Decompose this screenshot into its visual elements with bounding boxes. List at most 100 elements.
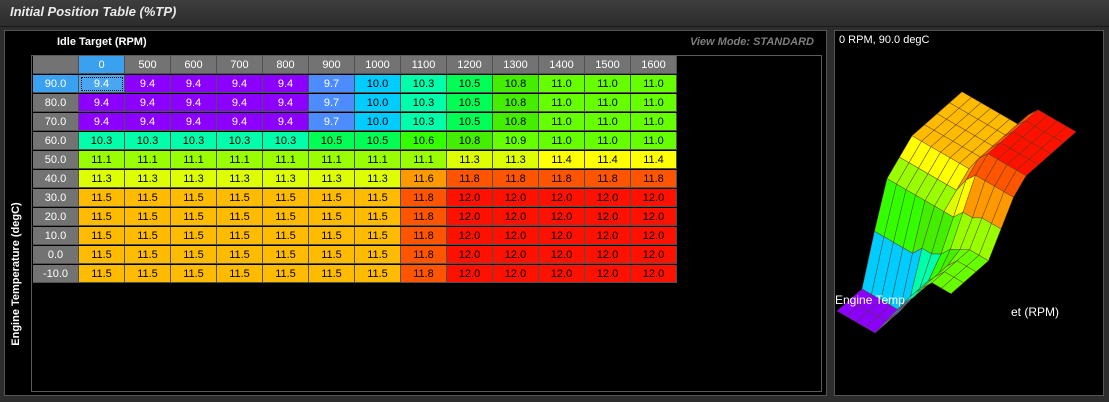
view-mode-label[interactable]: View Mode: STANDARD: [690, 36, 814, 48]
table-cell[interactable]: 11.5: [355, 227, 401, 245]
table-cell[interactable]: 11.5: [263, 189, 309, 207]
table-cell[interactable]: 12.0: [539, 265, 585, 283]
table-cell[interactable]: 10.5: [447, 75, 493, 93]
table-cell[interactable]: 12.0: [493, 227, 539, 245]
table-cell[interactable]: 11.5: [171, 189, 217, 207]
table-cell[interactable]: 11.0: [631, 94, 677, 112]
table-cell[interactable]: 10.8: [493, 94, 539, 112]
column-header[interactable]: 1000: [355, 56, 401, 74]
table-cell[interactable]: 11.8: [401, 246, 447, 264]
table-cell[interactable]: 10.3: [401, 75, 447, 93]
table-cell[interactable]: 11.1: [217, 151, 263, 169]
table-cell[interactable]: 11.8: [585, 170, 631, 188]
table-cell[interactable]: 9.4: [79, 113, 125, 131]
table-cell[interactable]: 11.5: [125, 265, 171, 283]
table-cell[interactable]: 11.3: [309, 170, 355, 188]
table-cell[interactable]: 11.0: [539, 94, 585, 112]
table-cell[interactable]: 9.4: [171, 75, 217, 93]
table-cell[interactable]: 12.0: [631, 227, 677, 245]
table-cell[interactable]: 11.5: [355, 208, 401, 226]
table-cell[interactable]: 11.4: [631, 151, 677, 169]
table-cell[interactable]: 11.5: [217, 227, 263, 245]
table-cell[interactable]: 11.3: [447, 151, 493, 169]
table-cell[interactable]: 11.5: [355, 189, 401, 207]
table-cell[interactable]: 12.0: [539, 227, 585, 245]
table-cell[interactable]: 12.0: [585, 189, 631, 207]
row-header[interactable]: 40.0: [33, 170, 79, 188]
table-cell[interactable]: 11.5: [309, 246, 355, 264]
table-cell[interactable]: 11.5: [125, 189, 171, 207]
table-cell[interactable]: 11.5: [125, 246, 171, 264]
row-header[interactable]: 20.0: [33, 208, 79, 226]
table-cell[interactable]: 11.6: [401, 170, 447, 188]
table-cell[interactable]: 11.3: [493, 151, 539, 169]
table-cell[interactable]: 11.0: [631, 113, 677, 131]
row-header[interactable]: 80.0: [33, 94, 79, 112]
table-cell[interactable]: 12.0: [539, 246, 585, 264]
table-cell[interactable]: 11.3: [217, 170, 263, 188]
table-cell[interactable]: 11.5: [79, 189, 125, 207]
table-cell[interactable]: 11.8: [447, 170, 493, 188]
table-cell[interactable]: 12.0: [585, 246, 631, 264]
table-cell[interactable]: 9.4: [263, 94, 309, 112]
table-cell[interactable]: 12.0: [585, 208, 631, 226]
table-cell[interactable]: 11.5: [263, 265, 309, 283]
column-header[interactable]: 0: [79, 56, 125, 74]
table-cell[interactable]: 9.4: [217, 94, 263, 112]
table-cell[interactable]: 10.5: [355, 132, 401, 150]
table-cell[interactable]: 11.0: [631, 75, 677, 93]
table-cell[interactable]: 12.0: [447, 265, 493, 283]
table-cell[interactable]: 9.7: [309, 113, 355, 131]
row-header[interactable]: 10.0: [33, 227, 79, 245]
table-cell[interactable]: 11.1: [125, 151, 171, 169]
table-cell[interactable]: 9.7: [309, 75, 355, 93]
table-cell[interactable]: 10.5: [309, 132, 355, 150]
table-cell[interactable]: 11.0: [631, 132, 677, 150]
table-cell[interactable]: 11.5: [217, 189, 263, 207]
table-cell[interactable]: 10.8: [493, 113, 539, 131]
column-header[interactable]: 1400: [539, 56, 585, 74]
table-cell[interactable]: 11.5: [171, 208, 217, 226]
table-cell[interactable]: 12.0: [493, 265, 539, 283]
table-cell[interactable]: 11.5: [309, 265, 355, 283]
table-cell[interactable]: 12.0: [539, 189, 585, 207]
table-cell[interactable]: 11.8: [401, 265, 447, 283]
table-cell[interactable]: 9.4: [79, 75, 125, 93]
table-cell[interactable]: 11.4: [585, 151, 631, 169]
table-cell[interactable]: 10.8: [493, 75, 539, 93]
column-header[interactable]: 1200: [447, 56, 493, 74]
table-cell[interactable]: 11.5: [355, 265, 401, 283]
table-cell[interactable]: 11.1: [79, 151, 125, 169]
table-cell[interactable]: 10.8: [447, 132, 493, 150]
table-cell[interactable]: 10.5: [447, 113, 493, 131]
table-cell[interactable]: 10.6: [401, 132, 447, 150]
row-header[interactable]: 90.0: [33, 75, 79, 93]
row-header[interactable]: -10.0: [33, 265, 79, 283]
table-cell[interactable]: 10.9: [493, 132, 539, 150]
table-cell[interactable]: 10.0: [355, 113, 401, 131]
table-cell[interactable]: 11.5: [355, 246, 401, 264]
table-cell[interactable]: 12.0: [539, 208, 585, 226]
table-cell[interactable]: 12.0: [447, 246, 493, 264]
column-header[interactable]: 700: [217, 56, 263, 74]
table-cell[interactable]: 11.5: [217, 208, 263, 226]
column-header[interactable]: 600: [171, 56, 217, 74]
table-cell[interactable]: 11.1: [401, 151, 447, 169]
table-cell[interactable]: 11.8: [631, 170, 677, 188]
column-header[interactable]: 1600: [631, 56, 677, 74]
table-cell[interactable]: 11.5: [263, 246, 309, 264]
table-cell[interactable]: 12.0: [585, 227, 631, 245]
table-cell[interactable]: 11.5: [217, 246, 263, 264]
table-cell[interactable]: 11.3: [263, 170, 309, 188]
table-cell[interactable]: 11.0: [585, 75, 631, 93]
table-cell[interactable]: 10.3: [401, 113, 447, 131]
table-cell[interactable]: 9.4: [125, 113, 171, 131]
row-header[interactable]: 30.0: [33, 189, 79, 207]
row-header[interactable]: 60.0: [33, 132, 79, 150]
table-cell[interactable]: 12.0: [493, 189, 539, 207]
table-cell[interactable]: 11.5: [79, 265, 125, 283]
column-header[interactable]: 1300: [493, 56, 539, 74]
table-cell[interactable]: 11.0: [539, 75, 585, 93]
table-cell[interactable]: 11.5: [309, 227, 355, 245]
table-cell[interactable]: 12.0: [493, 246, 539, 264]
